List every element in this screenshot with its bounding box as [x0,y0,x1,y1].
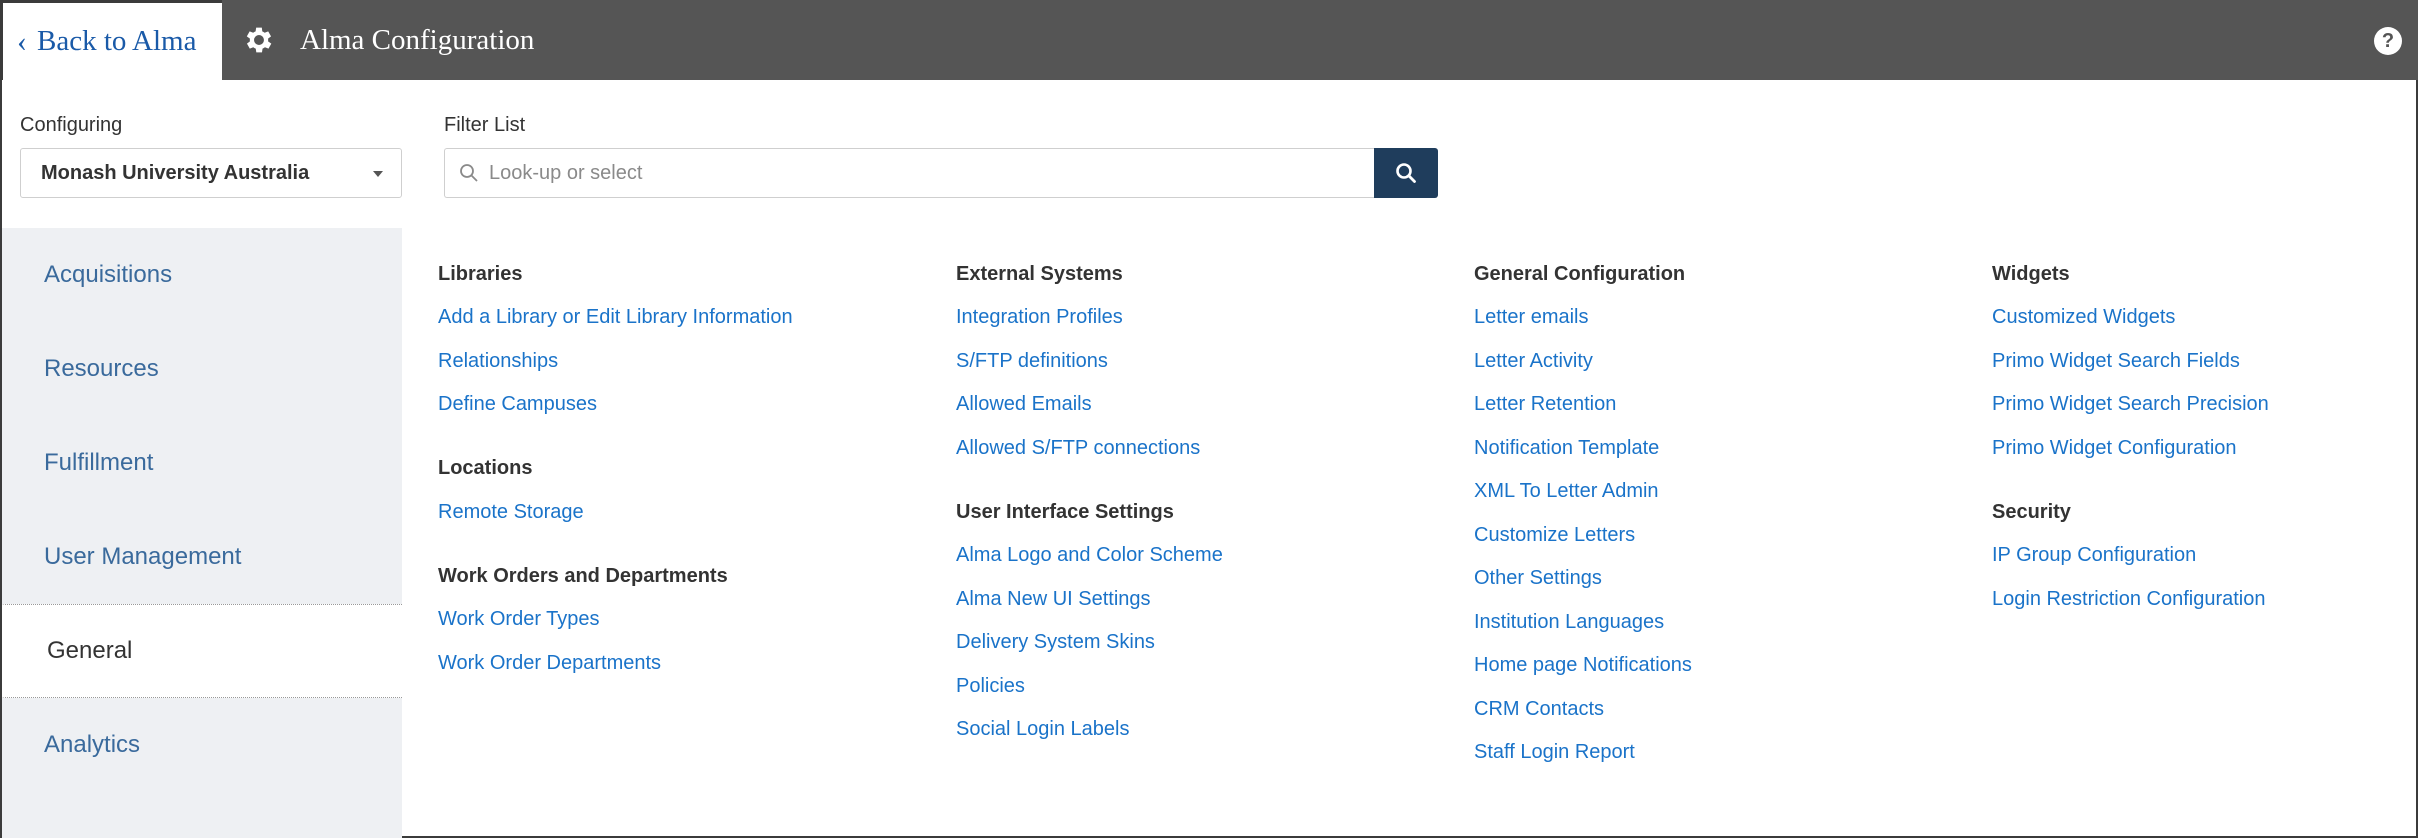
caret-down-icon [373,171,383,177]
config-link[interactable]: Primo Widget Search Precision [1992,383,2412,427]
filter-input-wrapper [444,148,1374,198]
config-link[interactable]: Letter Activity [1474,340,1974,384]
config-link[interactable]: Primo Widget Configuration [1992,427,2412,471]
config-link[interactable]: Home page Notifications [1474,644,1974,688]
config-link[interactable]: Notification Template [1474,427,1974,471]
sidebar-item-general[interactable]: General [2,604,402,698]
institution-select[interactable]: Monash University Australia [20,148,402,198]
filter-input[interactable] [489,161,1349,185]
config-link[interactable]: Login Restriction Configuration [1992,578,2412,622]
search-icon [1396,163,1416,183]
config-link[interactable]: Policies [956,665,1456,709]
config-column-4: Widgets Customized Widgets Primo Widget … [1992,252,2412,621]
config-link[interactable]: Add a Library or Edit Library Informatio… [438,296,938,340]
config-link[interactable]: Customized Widgets [1992,296,2412,340]
config-link[interactable]: Define Campuses [438,383,938,427]
config-column-1: Libraries Add a Library or Edit Library … [438,252,938,685]
section-title-widgets: Widgets [1992,262,2070,285]
section-title-general-configuration: General Configuration [1474,262,1686,285]
config-link[interactable]: Integration Profiles [956,296,1456,340]
institution-select-value: Monash University Australia [41,161,310,184]
config-link[interactable]: Social Login Labels [956,708,1456,752]
config-column-3: General Configuration Letter emails Lett… [1474,252,1974,775]
config-link[interactable]: Primo Widget Search Fields [1992,340,2412,384]
back-to-alma-button[interactable]: ‹ Back to Alma [0,0,222,80]
configuring-label: Configuring [20,114,123,136]
config-link[interactable]: Letter Retention [1474,383,1974,427]
help-icon[interactable]: ? [2374,27,2402,55]
config-column-2: External Systems Integration Profiles S/… [956,252,1456,752]
config-link[interactable]: Alma New UI Settings [956,578,1456,622]
search-icon [460,164,478,182]
gear-icon [246,27,272,53]
page-title-text: Alma Configuration [300,23,535,56]
config-link[interactable]: Relationships [438,340,938,384]
page-title: Alma Configuration [242,0,534,80]
config-link[interactable]: Customize Letters [1474,514,1974,558]
config-link[interactable]: Institution Languages [1474,601,1974,645]
sidebar-item-user-management[interactable]: User Management [2,510,402,604]
chevron-left-icon: ‹ [17,24,27,58]
config-link[interactable]: CRM Contacts [1474,688,1974,732]
config-link[interactable]: Other Settings [1474,557,1974,601]
sidebar-item-analytics[interactable]: Analytics [2,698,402,792]
config-link[interactable]: Allowed S/FTP connections [956,427,1456,471]
section-title-libraries: Libraries [438,262,523,285]
config-link[interactable]: Delivery System Skins [956,621,1456,665]
sidebar-item-fulfillment[interactable]: Fulfillment [2,416,402,510]
section-title-external-systems: External Systems [956,262,1123,285]
config-link[interactable]: Letter emails [1474,296,1974,340]
config-link[interactable]: Allowed Emails [956,383,1456,427]
section-title-work-orders: Work Orders and Departments [438,564,728,587]
section-title-ui-settings: User Interface Settings [956,500,1174,523]
config-link[interactable]: XML To Letter Admin [1474,470,1974,514]
section-title-locations: Locations [438,457,533,479]
top-bar: ‹ Back to Alma Alma Configuration ? [0,0,2418,80]
sidebar: Acquisitions Resources Fulfillment User … [2,228,402,838]
filter-list-label: Filter List [444,114,526,136]
config-link[interactable]: Remote Storage [438,491,938,535]
section-title-security: Security [1992,500,2071,523]
config-link[interactable]: S/FTP definitions [956,340,1456,384]
config-link[interactable]: Alma Logo and Color Scheme [956,534,1456,578]
config-link[interactable]: Work Order Departments [438,642,938,686]
sidebar-item-acquisitions[interactable]: Acquisitions [2,228,402,322]
config-link[interactable]: Staff Login Report [1474,731,1974,775]
sidebar-item-resources[interactable]: Resources [2,322,402,416]
config-link[interactable]: IP Group Configuration [1992,534,2412,578]
search-button[interactable] [1374,148,1438,198]
config-link[interactable]: Work Order Types [438,598,938,642]
back-to-alma-label: Back to Alma [37,25,197,57]
